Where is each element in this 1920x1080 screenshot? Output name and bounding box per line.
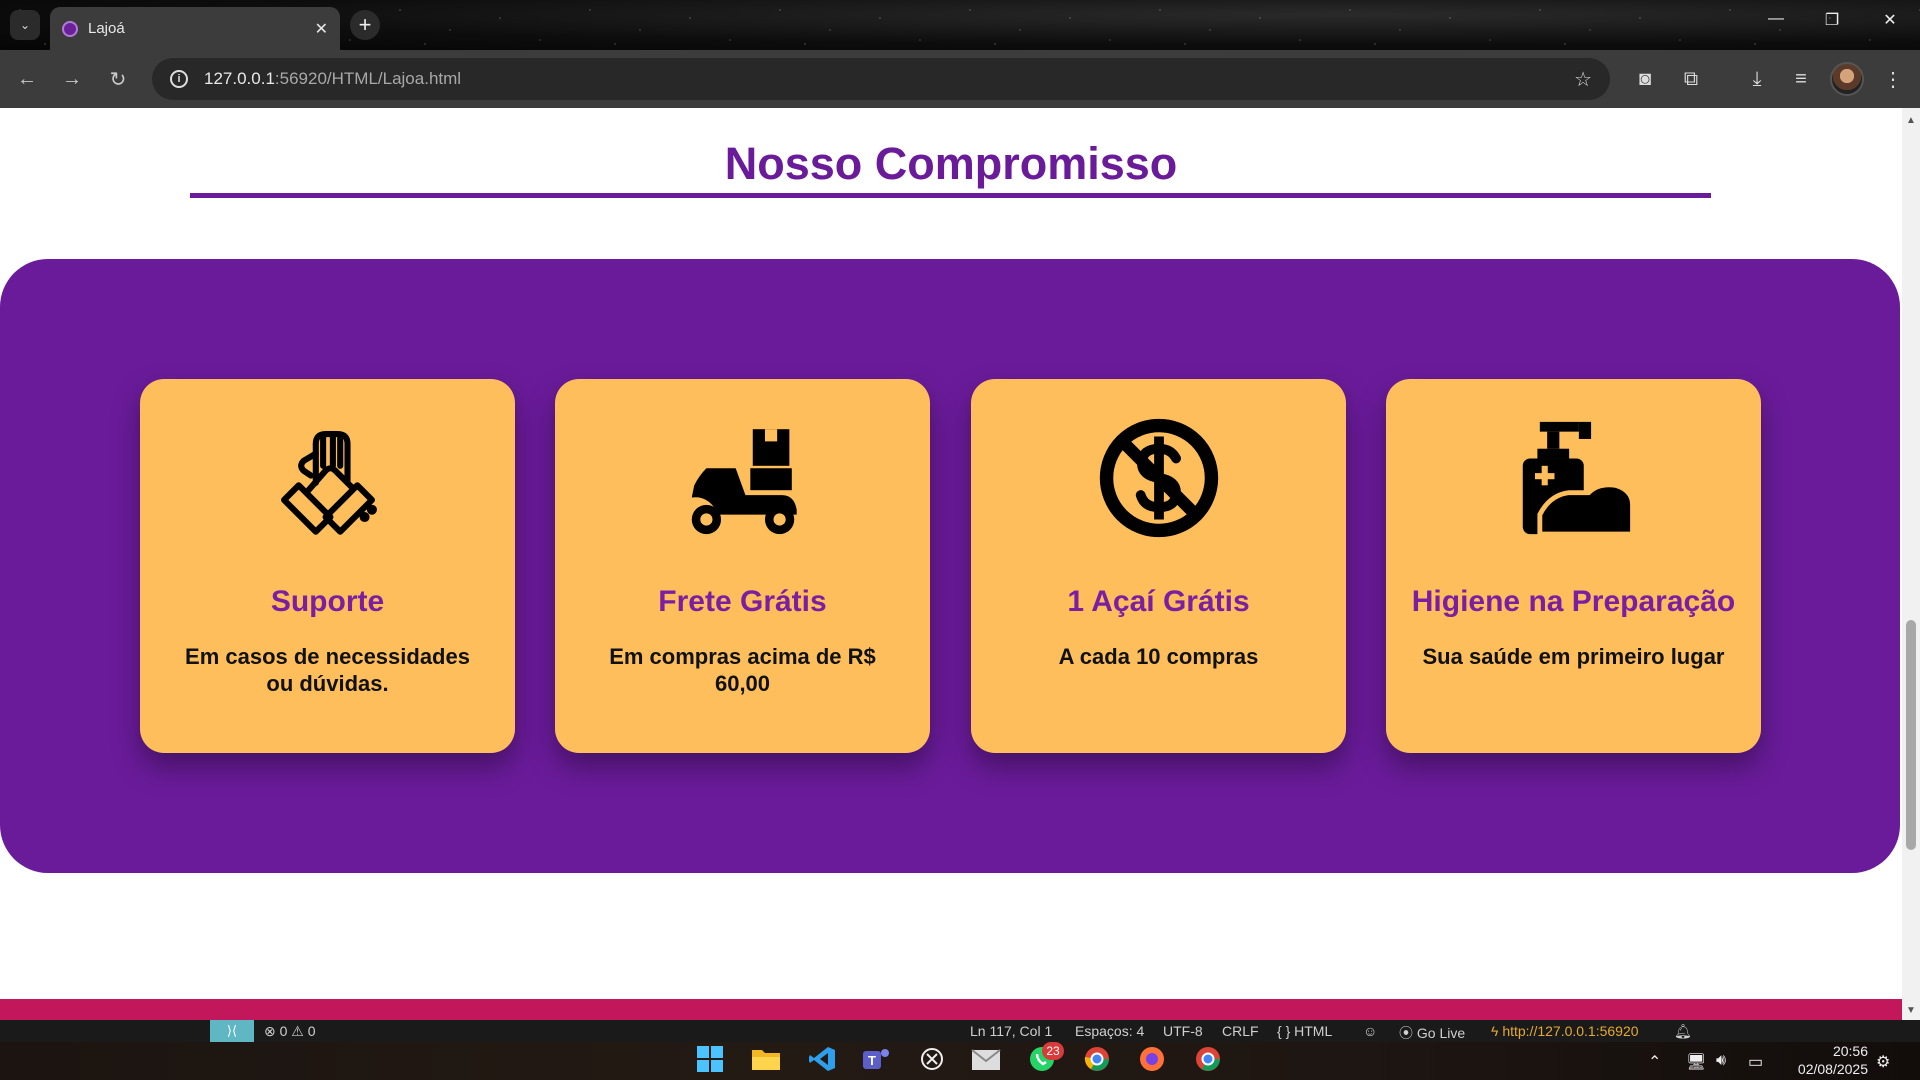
active-tab[interactable]: Lajoá ✕ [50, 7, 340, 50]
system-clock[interactable]: 20:56 02/08/2025 [1778, 1042, 1868, 1078]
card-text: A cada 10 compras [1058, 644, 1259, 669]
remote-indicator-icon[interactable]: ⟩⟨ [210, 1020, 254, 1042]
card-title: Higiene na Preparação [1411, 585, 1736, 618]
network-icon[interactable]: 🖥︎ [1686, 1052, 1706, 1072]
tab-title: Lajoá [88, 20, 125, 37]
browser-menu-icon[interactable]: ⋮ [1878, 64, 1908, 94]
volume-icon[interactable]: 🔊︎ [1716, 1052, 1726, 1070]
live-server-link[interactable]: ϟ http://127.0.0.1:56920 [1491, 1023, 1639, 1039]
chrome-profile-icon[interactable] [1190, 1042, 1226, 1076]
site-info-icon[interactable]: i [170, 70, 188, 88]
firefox-icon[interactable] [1134, 1042, 1170, 1076]
eol-status[interactable]: CRLF [1222, 1023, 1259, 1039]
media-controls-icon[interactable]: ≡ [1786, 64, 1816, 94]
card-title: 1 Açaí Grátis [1067, 585, 1250, 618]
vscode-icon[interactable] [804, 1042, 840, 1076]
copilot-icon[interactable]: ☺ [1363, 1023, 1377, 1039]
go-live-label: Go Live [1416, 1025, 1466, 1041]
svg-text:T: T [868, 1053, 876, 1068]
minimize-window-button[interactable]: — [1756, 10, 1796, 28]
card-support: Suporte Em casos de necessidades ou dúvi… [140, 379, 515, 753]
chrome-icon[interactable] [1079, 1042, 1115, 1076]
page-scrollbar[interactable]: ▲ ▼ [1902, 108, 1920, 1020]
vscode-status-bar: ⟩⟨ ⊗ 0 ⚠ 0 Ln 117, Col 1 Espaços: 4 UTF-… [0, 1020, 1920, 1042]
teams-icon[interactable]: T [858, 1042, 894, 1076]
clock-time: 20:56 [1832, 1043, 1868, 1059]
address-bar[interactable]: i 127.0.0.1 :56920/HTML/Lajoa.html ☆ [152, 58, 1610, 100]
file-explorer-icon[interactable] [748, 1042, 784, 1076]
title-underline [190, 193, 1711, 198]
profile-avatar[interactable] [1830, 62, 1864, 96]
windows-taskbar: T 23 ⌃ 🖥︎ 🔊︎ ▭ 20:56 02/08/2025 ⚙︎ [0, 1042, 1920, 1080]
favicon-icon [62, 20, 78, 37]
commitments-panel: Suporte Em casos de necessidades ou dúvi… [0, 259, 1900, 873]
page-viewport: Nosso Compromisso Suporte Em casos de ne… [0, 108, 1902, 1020]
card-title: Frete Grátis [658, 585, 827, 618]
cursor-position[interactable]: Ln 117, Col 1 [970, 1023, 1052, 1039]
card-hygiene: Higiene na Preparação Sua saúde em prime… [1386, 379, 1761, 753]
new-tab-button[interactable]: + [350, 10, 380, 40]
close-window-button[interactable]: ✕ [1870, 10, 1910, 30]
language-mode[interactable]: { } HTML [1277, 1023, 1332, 1039]
card-free-shipping: Frete Grátis Em compras acima de R$ 60,0… [555, 379, 930, 753]
card-text: Em casos de necessidades ou dúvidas. [185, 644, 470, 696]
battery-icon[interactable]: ▭ [1748, 1052, 1763, 1072]
show-hidden-icons-chevron-icon[interactable]: ⌃ [1648, 1052, 1661, 1072]
start-button[interactable] [692, 1042, 728, 1076]
close-tab-icon[interactable]: ✕ [315, 19, 328, 39]
scroll-up-arrow-icon[interactable]: ▲ [1902, 112, 1920, 128]
clock-date: 02/08/2025 [1797, 1061, 1868, 1077]
go-live-button[interactable]: ⦿ Go Live [1399, 1023, 1465, 1043]
card-title: Suporte [270, 585, 385, 618]
restore-window-button[interactable]: ❐ [1812, 10, 1852, 30]
notifications-icon[interactable]: ⚙︎ [1876, 1052, 1890, 1072]
bookmark-star-icon[interactable]: ☆ [1574, 67, 1592, 92]
scroll-thumb[interactable] [1906, 620, 1916, 850]
back-button[interactable]: ← [12, 64, 42, 94]
mail-icon[interactable] [968, 1042, 1004, 1076]
hand-sanitizer-icon [1513, 417, 1635, 539]
delivery-scooter-icon [682, 417, 804, 539]
card-text: Sua saúde em primeiro lugar [1422, 644, 1725, 669]
url-path: :56920/HTML/Lajoa.html [274, 69, 462, 88]
incognito-extension-icon[interactable]: ◙ [1630, 64, 1660, 94]
live-server-url: http://127.0.0.1:56920 [1502, 1023, 1639, 1039]
no-dollar-icon [1098, 417, 1220, 539]
browser-toolbar: ← → ↻ i 127.0.0.1 :56920/HTML/Lajoa.html… [0, 50, 1920, 108]
problems-status[interactable]: ⊗ 0 ⚠ 0 [264, 1023, 316, 1040]
download-icon[interactable]: ⤓ [1742, 64, 1772, 94]
extensions-puzzle-icon[interactable]: ⧉ [1676, 64, 1706, 94]
forward-button[interactable]: → [57, 64, 87, 94]
scroll-down-arrow-icon[interactable]: ▼ [1902, 1002, 1920, 1018]
whatsapp-badge: 23 [1042, 1042, 1064, 1060]
browser-tab-strip: ⌄ Lajoá ✕ + — ❐ ✕ [0, 0, 1920, 50]
card-text: Em compras acima de R$ 60,00 [609, 644, 876, 696]
indentation-status[interactable]: Espaços: 4 [1075, 1023, 1144, 1039]
url-host: 127.0.0.1 [204, 69, 275, 88]
notifications-bell-icon[interactable]: 🔔︎ [1674, 1023, 1692, 1040]
chatgpt-icon[interactable] [914, 1042, 950, 1076]
reload-button[interactable]: ↻ [103, 64, 133, 94]
footer-strip [0, 999, 1902, 1020]
tab-search-button[interactable]: ⌄ [10, 10, 40, 40]
card-free-acai: 1 Açaí Grátis A cada 10 compras [971, 379, 1346, 753]
section-title: Nosso Compromisso [724, 138, 1178, 189]
encoding-status[interactable]: UTF-8 [1163, 1023, 1203, 1039]
handshake-icon [267, 417, 389, 539]
